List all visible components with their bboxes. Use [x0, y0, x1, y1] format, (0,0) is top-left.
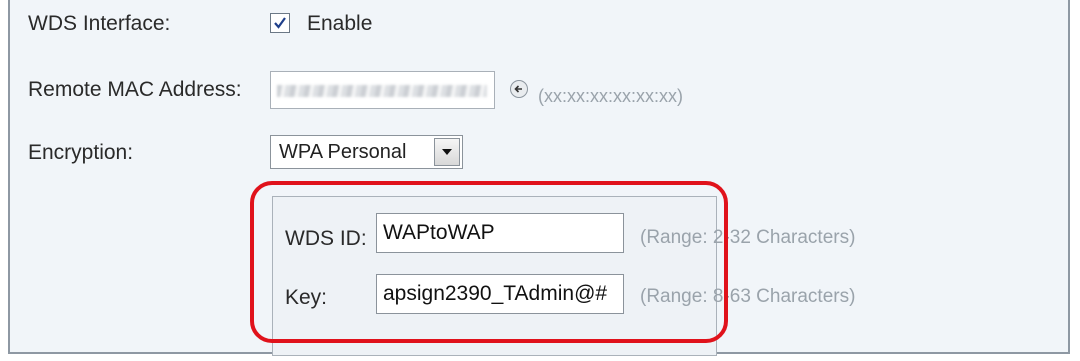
encryption-select[interactable]: WPA Personal: [270, 135, 463, 169]
arrow-left-icon[interactable]: [510, 80, 528, 98]
encryption-label: Encryption:: [28, 141, 134, 164]
arrow-left-glyph: [514, 85, 522, 93]
wds-settings-panel: WDS Interface: Enable Remote MAC Address…: [8, 0, 1070, 356]
wds-interface-label: WDS Interface:: [28, 12, 171, 35]
checkmark-icon: [274, 17, 286, 29]
mac-format-hint: (xx:xx:xx:xx:xx:xx): [538, 86, 683, 106]
encryption-selected-value: WPA Personal: [279, 141, 407, 163]
highlight-annotation: [250, 181, 728, 343]
remote-mac-label: Remote MAC Address:: [28, 78, 242, 101]
chevron-down-glyph: [442, 149, 452, 155]
remote-mac-input[interactable]: [270, 71, 495, 109]
obscured-mac-value: [277, 85, 487, 97]
enable-label: Enable: [307, 12, 373, 35]
enable-checkbox[interactable]: [270, 13, 290, 33]
chevron-down-icon[interactable]: [434, 138, 460, 166]
